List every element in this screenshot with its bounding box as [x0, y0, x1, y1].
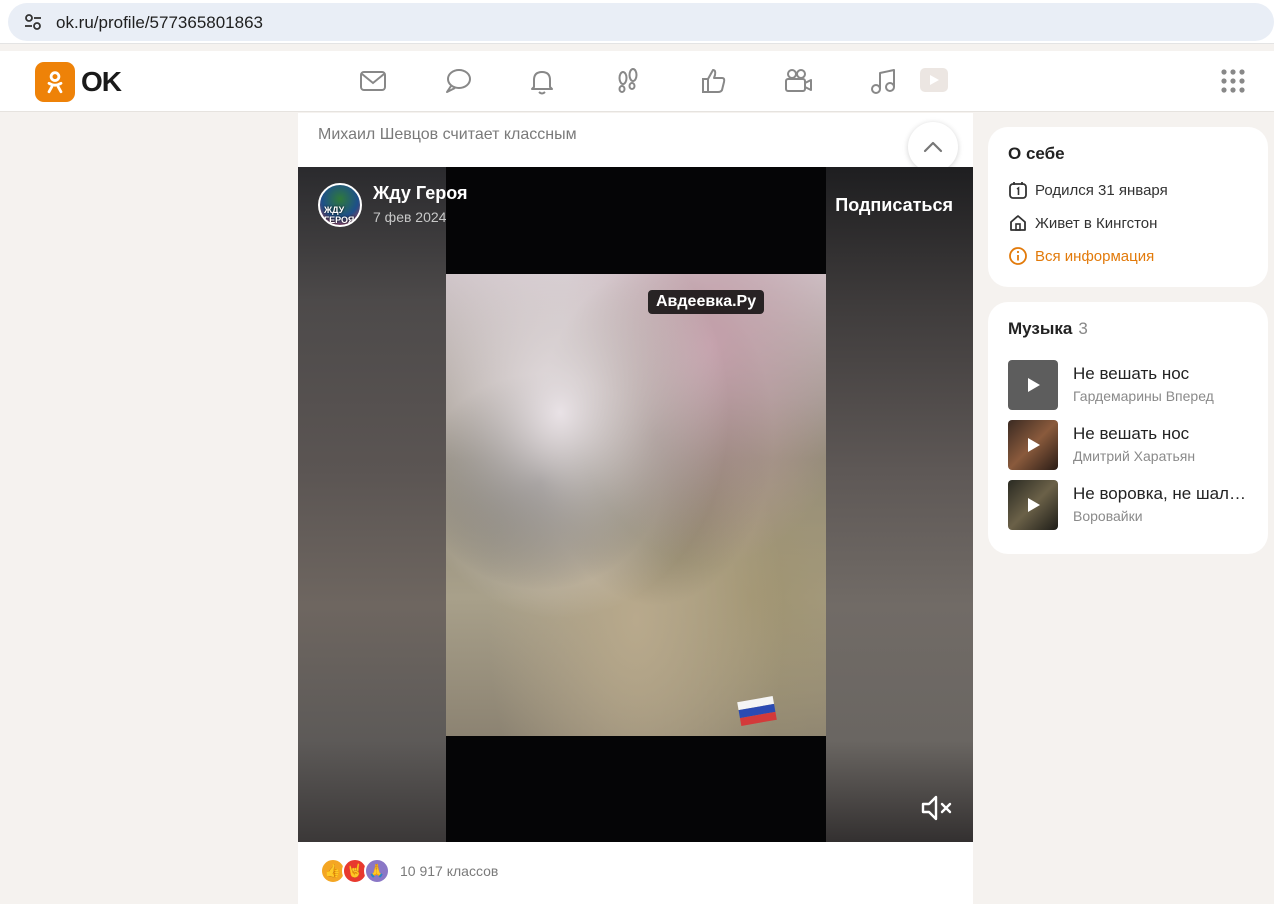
- play-icon: [1028, 378, 1040, 392]
- birthday-text: Родился 31 января: [1035, 181, 1168, 199]
- guests-icon[interactable]: [612, 65, 644, 97]
- collapse-button[interactable]: [908, 122, 958, 172]
- flag-patch: [737, 696, 777, 726]
- url-text[interactable]: ok.ru/profile/577365801863: [56, 13, 263, 33]
- music-count: 3: [1078, 319, 1088, 338]
- calendar-icon: [1009, 182, 1027, 199]
- notifications-icon[interactable]: [526, 65, 558, 97]
- play-icon: [1028, 438, 1040, 452]
- grid-menu-icon[interactable]: [1220, 68, 1246, 94]
- video-player[interactable]: Авдеевка.Ру ЖДУ ГЕРОЯ Жду Героя 7 фев 20…: [298, 167, 973, 842]
- omnibox[interactable]: ok.ru/profile/577365801863: [8, 3, 1274, 41]
- ok-logo[interactable]: OK: [35, 62, 122, 102]
- play-button[interactable]: [1008, 480, 1058, 530]
- music-card: Музыка 3 Не вешать нос Гардемарины Вперед…: [988, 302, 1268, 554]
- messages-icon[interactable]: [357, 65, 389, 97]
- music-title[interactable]: Музыка 3: [1008, 319, 1088, 339]
- browser-address-bar: ok.ru/profile/577365801863: [0, 0, 1274, 44]
- videos-play-icon[interactable]: [918, 65, 950, 97]
- birthday-row: Родился 31 января: [1008, 180, 1168, 200]
- info-icon: [1009, 247, 1027, 265]
- video-blur-right: [825, 167, 973, 842]
- logo-text: OK: [81, 66, 122, 97]
- video-watermark: Авдеевка.Ру: [648, 290, 765, 314]
- video-icon[interactable]: [782, 65, 814, 97]
- video-blur-left: [298, 167, 446, 842]
- play-icon: [1028, 498, 1040, 512]
- play-button[interactable]: [1008, 420, 1058, 470]
- location-row: Живет в Кингстон: [1008, 213, 1157, 233]
- volume-mute-icon[interactable]: [920, 793, 954, 823]
- video-frame: Авдеевка.Ру: [446, 274, 826, 736]
- reactions-count[interactable]: 10 917 классов: [400, 863, 498, 879]
- ok-logo-icon: [35, 62, 75, 102]
- about-title: О себе: [1008, 144, 1065, 163]
- track-artist[interactable]: Дмитрий Харатьян: [1073, 448, 1195, 464]
- tune-icon[interactable]: [22, 11, 44, 33]
- chevron-up-icon: [923, 141, 943, 153]
- post-date: 7 фев 2024: [373, 209, 447, 225]
- all-info-text[interactable]: Вся информация: [1035, 248, 1154, 265]
- all-info-link[interactable]: Вся информация: [1008, 246, 1154, 266]
- liked-by-text[interactable]: Михаил Шевцов считает классным: [318, 126, 577, 144]
- track-title[interactable]: Не воровка, не шалава: [1073, 484, 1248, 504]
- play-button[interactable]: [1008, 360, 1058, 410]
- discussions-icon[interactable]: [442, 65, 474, 97]
- about-card: О себе Родился 31 января Живет в Кингсто…: [988, 127, 1268, 287]
- pray-reaction-icon: 🙏: [364, 858, 390, 884]
- track-item[interactable]: Не вешать нос Гардемарины Вперед: [1008, 360, 1253, 410]
- track-title[interactable]: Не вешать нос: [1073, 424, 1248, 444]
- top-navigation: OK: [0, 51, 1274, 112]
- subscribe-button[interactable]: Подписаться: [835, 195, 953, 216]
- location-text: Живет в Кингстон: [1035, 214, 1158, 232]
- track-title[interactable]: Не вешать нос: [1073, 364, 1248, 384]
- track-artist[interactable]: Воровайки: [1073, 508, 1143, 524]
- music-icon[interactable]: [867, 65, 899, 97]
- home-icon: [1010, 215, 1026, 231]
- author-avatar[interactable]: ЖДУ ГЕРОЯ: [318, 183, 362, 227]
- track-item[interactable]: Не воровка, не шалава Воровайки: [1008, 480, 1253, 530]
- feed-post-card: Михаил Шевцов считает классным Авдеевка.…: [298, 113, 973, 904]
- reactions-bar[interactable]: 👍 🤘 🙏 10 917 классов: [320, 858, 498, 884]
- author-name[interactable]: Жду Героя: [373, 183, 467, 204]
- marks-icon[interactable]: [697, 65, 729, 97]
- track-artist[interactable]: Гардемарины Вперед: [1073, 388, 1214, 404]
- track-item[interactable]: Не вешать нос Дмитрий Харатьян: [1008, 420, 1253, 470]
